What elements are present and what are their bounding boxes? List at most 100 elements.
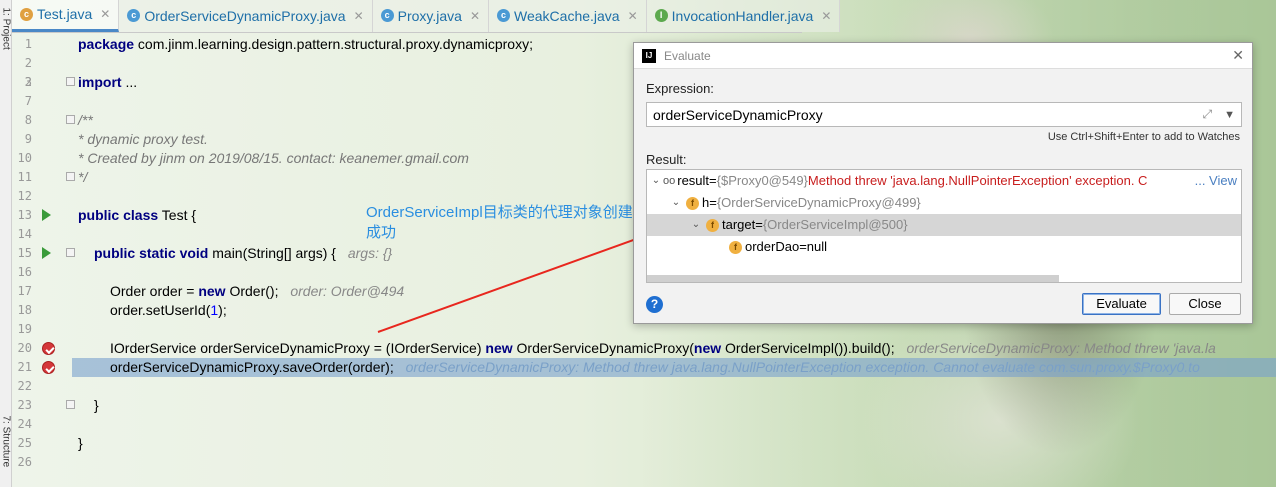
run-main-icon[interactable] bbox=[42, 247, 51, 259]
code-line-setuserid: order.setUserId(1); bbox=[110, 302, 227, 318]
line-number: 7 bbox=[24, 94, 32, 108]
line-number: 15 bbox=[17, 246, 32, 260]
class-icon: c bbox=[497, 9, 511, 22]
line-number: 20 bbox=[17, 341, 32, 355]
close-icon[interactable]: ✕ bbox=[470, 9, 480, 23]
close-button[interactable]: Close bbox=[1169, 293, 1241, 315]
result-tree[interactable]: ⌄ oo result = {$Proxy0@549} Method threw… bbox=[646, 169, 1242, 283]
dialog-title: Evaluate bbox=[664, 48, 711, 63]
error-message: Method threw 'java.lang.NullPointerExcep… bbox=[807, 173, 1148, 188]
view-link[interactable]: ... View bbox=[1190, 170, 1237, 192]
class-icon: c bbox=[380, 9, 394, 22]
inline-debug-value: args: {} bbox=[347, 245, 393, 261]
tree-node-result[interactable]: ⌄ oo result = {$Proxy0@549} Method threw… bbox=[647, 170, 1241, 192]
tab-label: Test.java bbox=[37, 6, 93, 22]
line-number: 24 bbox=[17, 417, 32, 431]
chevron-down-icon[interactable]: ⌄ bbox=[689, 214, 703, 236]
line-number: 18 bbox=[17, 303, 32, 317]
close-icon[interactable]: ✕ bbox=[1232, 47, 1244, 64]
tool-window-strip: 1: Project 7: Structure bbox=[0, 0, 12, 487]
breakpoint-icon[interactable] bbox=[42, 361, 55, 374]
tree-node-target[interactable]: ⌄ f target = {OrderServiceImpl@500} bbox=[647, 214, 1241, 236]
tab-invocationhandler-java[interactable]: I InvocationHandler.java ✕ bbox=[646, 0, 841, 32]
line-number: 23 bbox=[17, 398, 32, 412]
expand-icon[interactable]: ⤢ bbox=[1203, 107, 1213, 122]
expression-field[interactable]: ⤢ ▼ bbox=[646, 102, 1242, 127]
doc-comment: */ bbox=[78, 169, 88, 185]
inline-debug-value: order: Order@494 bbox=[290, 283, 405, 299]
close-icon[interactable]: ✕ bbox=[354, 9, 364, 23]
line-number: 11 bbox=[17, 170, 32, 184]
tab-label: Proxy.java bbox=[397, 7, 462, 24]
watch-glasses-icon: oo bbox=[663, 175, 676, 187]
tab-orderservicedynamicproxy-java[interactable]: c OrderServiceDynamicProxy.java ✕ bbox=[119, 0, 373, 32]
line-number: 19 bbox=[17, 322, 32, 336]
inline-debug-value: orderServiceDynamicProxy: Method threw j… bbox=[405, 359, 1200, 375]
line-number: 16 bbox=[17, 265, 32, 279]
doc-comment: /** bbox=[78, 112, 93, 128]
field-icon: f bbox=[706, 218, 719, 232]
editor-gutter[interactable]: 1 2 2 3 7 8 9 10 11 12 13 14 15 16 17 18… bbox=[12, 33, 75, 487]
breakpoint-icon[interactable] bbox=[42, 342, 55, 355]
editor-tab-bar: c Test.java ✕ c OrderServiceDynamicProxy… bbox=[12, 0, 841, 33]
tab-weakcache-java[interactable]: c WeakCache.java ✕ bbox=[489, 0, 647, 32]
evaluate-dialog: IJ Evaluate ✕ Expression: ⤢ ▼ Use Ctrl+S… bbox=[633, 42, 1253, 324]
tab-test-java[interactable]: c Test.java ✕ bbox=[12, 0, 120, 32]
line-number: 2 bbox=[24, 56, 32, 70]
run-class-icon[interactable] bbox=[42, 209, 51, 221]
expression-label: Expression: bbox=[646, 81, 714, 96]
doc-comment: * Created by jinm on 2019/08/15. contact… bbox=[78, 150, 469, 166]
tab-label: OrderServiceDynamicProxy.java bbox=[144, 7, 346, 24]
horizontal-scrollbar[interactable] bbox=[647, 275, 1059, 282]
line-number: 1 bbox=[24, 37, 32, 51]
inline-debug-value: orderServiceDynamicProxy: Method threw '… bbox=[906, 340, 1216, 356]
tab-label: InvocationHandler.java bbox=[671, 7, 814, 24]
field-icon: f bbox=[729, 240, 742, 254]
tree-node-h[interactable]: ⌄ f h = {OrderServiceDynamicProxy@499} bbox=[647, 192, 1241, 214]
code-line-main: public static void main(String[] args) {… bbox=[94, 245, 393, 261]
expression-input[interactable] bbox=[653, 106, 1203, 123]
evaluate-button[interactable]: Evaluate bbox=[1082, 293, 1161, 315]
line-number: 9 bbox=[24, 132, 32, 146]
chevron-down-icon[interactable]: ⌄ bbox=[649, 170, 663, 192]
chevron-down-icon[interactable]: ▼ bbox=[1224, 109, 1235, 121]
result-label: Result: bbox=[646, 152, 687, 167]
code-line-package: package com.jinm.learning.design.pattern… bbox=[78, 36, 533, 52]
line-number: 3 bbox=[24, 75, 32, 89]
line-number: 21 bbox=[17, 360, 32, 374]
watches-hint: Use Ctrl+Shift+Enter to add to Watches bbox=[1047, 131, 1240, 143]
intellij-logo-icon: IJ bbox=[642, 48, 656, 63]
line-number: 10 bbox=[17, 151, 32, 165]
chevron-down-icon[interactable]: ⌄ bbox=[669, 192, 683, 214]
project-tool-label[interactable]: 1: Project bbox=[1, 8, 12, 50]
class-icon: c bbox=[127, 9, 141, 22]
field-icon: f bbox=[686, 196, 699, 210]
help-icon[interactable]: ? bbox=[646, 296, 663, 313]
tree-node-orderdao[interactable]: f orderDao = null bbox=[647, 236, 1241, 258]
line-number: 8 bbox=[24, 113, 32, 127]
current-execution-line: orderServiceDynamicProxy.saveOrder(order… bbox=[72, 358, 1276, 377]
line-number: 26 bbox=[17, 455, 32, 469]
structure-tool-label[interactable]: 7: Structure bbox=[1, 416, 12, 468]
doc-comment: * dynamic proxy test. bbox=[78, 131, 208, 147]
line-number: 25 bbox=[17, 436, 32, 450]
code-line-proxy: IOrderService orderServiceDynamicProxy =… bbox=[110, 340, 1216, 356]
code-line-brace: } bbox=[78, 435, 83, 451]
code-line-import: import ... bbox=[78, 74, 138, 90]
line-number: 22 bbox=[17, 379, 32, 393]
line-number: 14 bbox=[17, 227, 32, 241]
line-number: 13 bbox=[17, 208, 32, 222]
line-number: 12 bbox=[17, 189, 32, 203]
close-icon[interactable]: ✕ bbox=[100, 7, 110, 21]
line-number: 17 bbox=[17, 284, 32, 298]
interface-icon: I bbox=[654, 9, 668, 22]
tab-proxy-java[interactable]: c Proxy.java ✕ bbox=[372, 0, 490, 32]
code-line-brace: } bbox=[94, 397, 99, 413]
annotation-text: OrderServiceImpl目标类的代理对象创建成功 bbox=[366, 204, 633, 241]
tab-label: WeakCache.java bbox=[514, 7, 620, 24]
close-icon[interactable]: ✕ bbox=[628, 9, 638, 23]
dialog-title-bar: IJ Evaluate ✕ bbox=[634, 43, 1252, 69]
class-icon: c bbox=[20, 7, 33, 21]
close-icon[interactable]: ✕ bbox=[821, 9, 831, 23]
code-line-class: public class Test { bbox=[78, 207, 197, 223]
